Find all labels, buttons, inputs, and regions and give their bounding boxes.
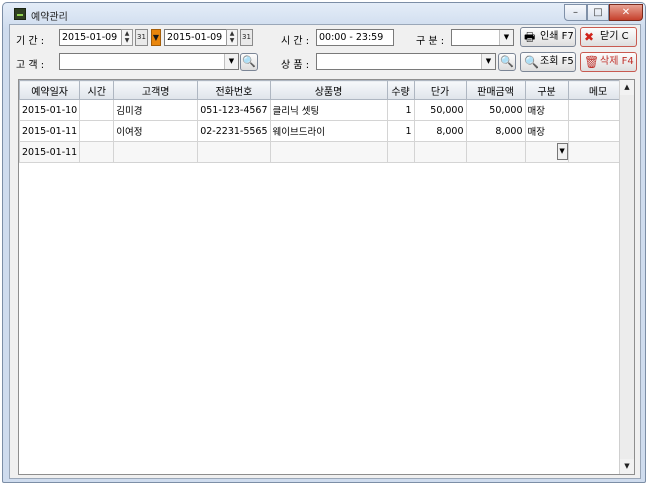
scroll-up-icon[interactable]: ▲ — [620, 80, 634, 95]
col-header-phone[interactable]: 전화번호 — [197, 80, 271, 100]
app-icon — [14, 8, 26, 20]
cell-date[interactable]: 2015-01-11 — [19, 120, 81, 142]
table-row-editing[interactable]: 2015-01-11 ▼ — [19, 141, 629, 163]
table-row[interactable]: 2015-01-11 이여정 02-2231-5565 웨이브드라이 1 8,0… — [19, 120, 629, 142]
vertical-scrollbar[interactable]: ▲ ▼ — [619, 80, 634, 474]
cell-qty[interactable] — [386, 141, 415, 163]
scroll-down-icon[interactable]: ▼ — [620, 459, 634, 474]
title-bar[interactable]: 예약관리 – □ ✕ — [3, 3, 645, 25]
maximize-button[interactable]: □ — [587, 4, 609, 21]
category-label: 구 분 : — [416, 36, 445, 47]
product-label: 상 품 : — [281, 60, 310, 71]
delete-button[interactable]: 🗑 삭제 F4 — [580, 52, 637, 72]
printer-icon: 🖶 — [524, 30, 536, 44]
customer-label: 고 객 : — [16, 60, 45, 71]
client-area: 기 간 : 2015-01-09 ▲ ▼ 31 ▼ 2015-01-09 ▲ ▼… — [9, 24, 641, 479]
window-title: 예약관리 — [31, 12, 68, 23]
customer-select[interactable]: ▼ — [59, 53, 239, 70]
search-icon: 🔍 — [524, 55, 539, 69]
col-header-product[interactable]: 상품명 — [269, 80, 388, 100]
time-label: 시 간 : — [281, 36, 310, 47]
cell-product[interactable]: 웨이브드라이 — [269, 120, 388, 142]
chevron-down-icon[interactable]: ▼ — [556, 143, 568, 160]
cell-category[interactable]: 매장 — [524, 120, 569, 142]
time-separator: - — [349, 32, 353, 43]
cell-unit-price[interactable]: 8,000 — [413, 120, 467, 142]
search-icon: 🔍 — [242, 55, 256, 68]
cell-customer[interactable] — [113, 141, 199, 163]
col-header-qty[interactable]: 수량 — [386, 80, 415, 100]
minimize-button[interactable]: – — [564, 4, 587, 21]
date-from-calendar-button[interactable]: 31 — [135, 29, 148, 46]
cell-sales-amount[interactable]: 50,000 — [465, 99, 526, 121]
time-range-input[interactable]: 00:00 - 23:59 — [316, 29, 394, 46]
date-to-spinner[interactable]: ▲ ▼ — [226, 29, 238, 46]
col-header-unit-price[interactable]: 단가 — [413, 80, 467, 100]
search-icon: 🔍 — [500, 55, 514, 68]
cell-time[interactable] — [79, 141, 115, 163]
cell-unit-price[interactable]: 50,000 — [413, 99, 467, 121]
trash-icon: 🗑 — [584, 55, 600, 69]
date-from-spinner[interactable]: ▲ ▼ — [121, 29, 133, 46]
close-button-label: 닫기 C — [600, 31, 629, 42]
cell-time[interactable] — [79, 120, 115, 142]
date-to-input[interactable]: 2015-01-09 — [164, 29, 227, 46]
chevron-down-icon[interactable]: ▼ — [481, 54, 495, 69]
cell-date[interactable]: 2015-01-11 — [19, 141, 81, 163]
cell-time[interactable] — [79, 99, 115, 121]
time-from-value[interactable]: 00:00 — [319, 32, 346, 43]
cell-sales-amount[interactable]: 8,000 — [465, 120, 526, 142]
product-select[interactable]: ▼ — [316, 53, 496, 70]
period-label: 기 간 : — [16, 36, 45, 47]
spin-up-icon[interactable]: ▲ — [227, 30, 237, 37]
close-icon: ✖ — [584, 30, 595, 44]
cell-unit-price[interactable] — [413, 141, 467, 163]
close-window-button[interactable]: ✕ — [609, 4, 643, 21]
close-button[interactable]: ✖ 닫기 C — [580, 27, 637, 47]
col-header-time[interactable]: 시간 — [79, 80, 115, 100]
time-to-value[interactable]: 23:59 — [356, 32, 383, 43]
query-button-label: 조회 F5 — [540, 56, 574, 67]
spin-down-icon[interactable]: ▼ — [122, 37, 132, 44]
cell-phone[interactable] — [197, 141, 271, 163]
print-button-label: 인쇄 F7 — [540, 31, 574, 42]
cell-qty[interactable]: 1 — [386, 120, 415, 142]
cell-category[interactable]: 매장 — [524, 99, 569, 121]
reservation-grid[interactable]: 예약일자 시간 고객명 전화번호 상품명 수량 단가 판매금액 구분 메모 20 — [18, 79, 635, 475]
date-to-calendar-button[interactable]: 31 — [240, 29, 253, 46]
table-header-row: 예약일자 시간 고객명 전화번호 상품명 수량 단가 판매금액 구분 메모 — [19, 80, 629, 100]
cell-sales-amount[interactable] — [465, 141, 526, 163]
col-header-category[interactable]: 구분 — [524, 80, 569, 100]
cell-date[interactable]: 2015-01-10 — [19, 99, 81, 121]
delete-button-label: 삭제 F4 — [600, 56, 634, 67]
query-button[interactable]: 🔍 조회 F5 — [520, 52, 576, 72]
cell-phone[interactable]: 051-123-4567 — [197, 99, 271, 121]
product-search-button[interactable]: 🔍 — [498, 53, 516, 71]
spin-down-icon[interactable]: ▼ — [227, 37, 237, 44]
cell-phone[interactable]: 02-2231-5565 — [197, 120, 271, 142]
cell-customer[interactable]: 이여정 — [113, 120, 199, 142]
reservation-table: 예약일자 시간 고객명 전화번호 상품명 수량 단가 판매금액 구분 메모 20 — [19, 80, 629, 163]
cell-category-dropdown[interactable]: ▼ — [524, 141, 569, 163]
col-header-sales-amount[interactable]: 판매금액 — [465, 80, 526, 100]
print-button[interactable]: 🖶 인쇄 F7 — [520, 27, 576, 47]
cell-customer[interactable]: 김미경 — [113, 99, 199, 121]
reservation-window: 예약관리 – □ ✕ 기 간 : 2015-01-09 ▲ ▼ 31 ▼ 201… — [2, 2, 646, 483]
range-arrow-icon[interactable]: ▼ — [151, 29, 161, 46]
date-from-input[interactable]: 2015-01-09 — [59, 29, 122, 46]
chevron-down-icon[interactable]: ▼ — [499, 30, 513, 45]
chevron-down-icon[interactable]: ▼ — [224, 54, 238, 69]
cell-product[interactable]: 클리닉 셋팅 — [269, 99, 388, 121]
spin-up-icon[interactable]: ▲ — [122, 30, 132, 37]
cell-product[interactable] — [269, 141, 388, 163]
cell-qty[interactable]: 1 — [386, 99, 415, 121]
customer-search-button[interactable]: 🔍 — [240, 53, 258, 71]
category-select[interactable]: ▼ — [451, 29, 514, 46]
table-row[interactable]: 2015-01-10 김미경 051-123-4567 클리닉 셋팅 1 50,… — [19, 99, 629, 121]
col-header-date[interactable]: 예약일자 — [19, 80, 81, 100]
col-header-customer[interactable]: 고객명 — [113, 80, 199, 100]
